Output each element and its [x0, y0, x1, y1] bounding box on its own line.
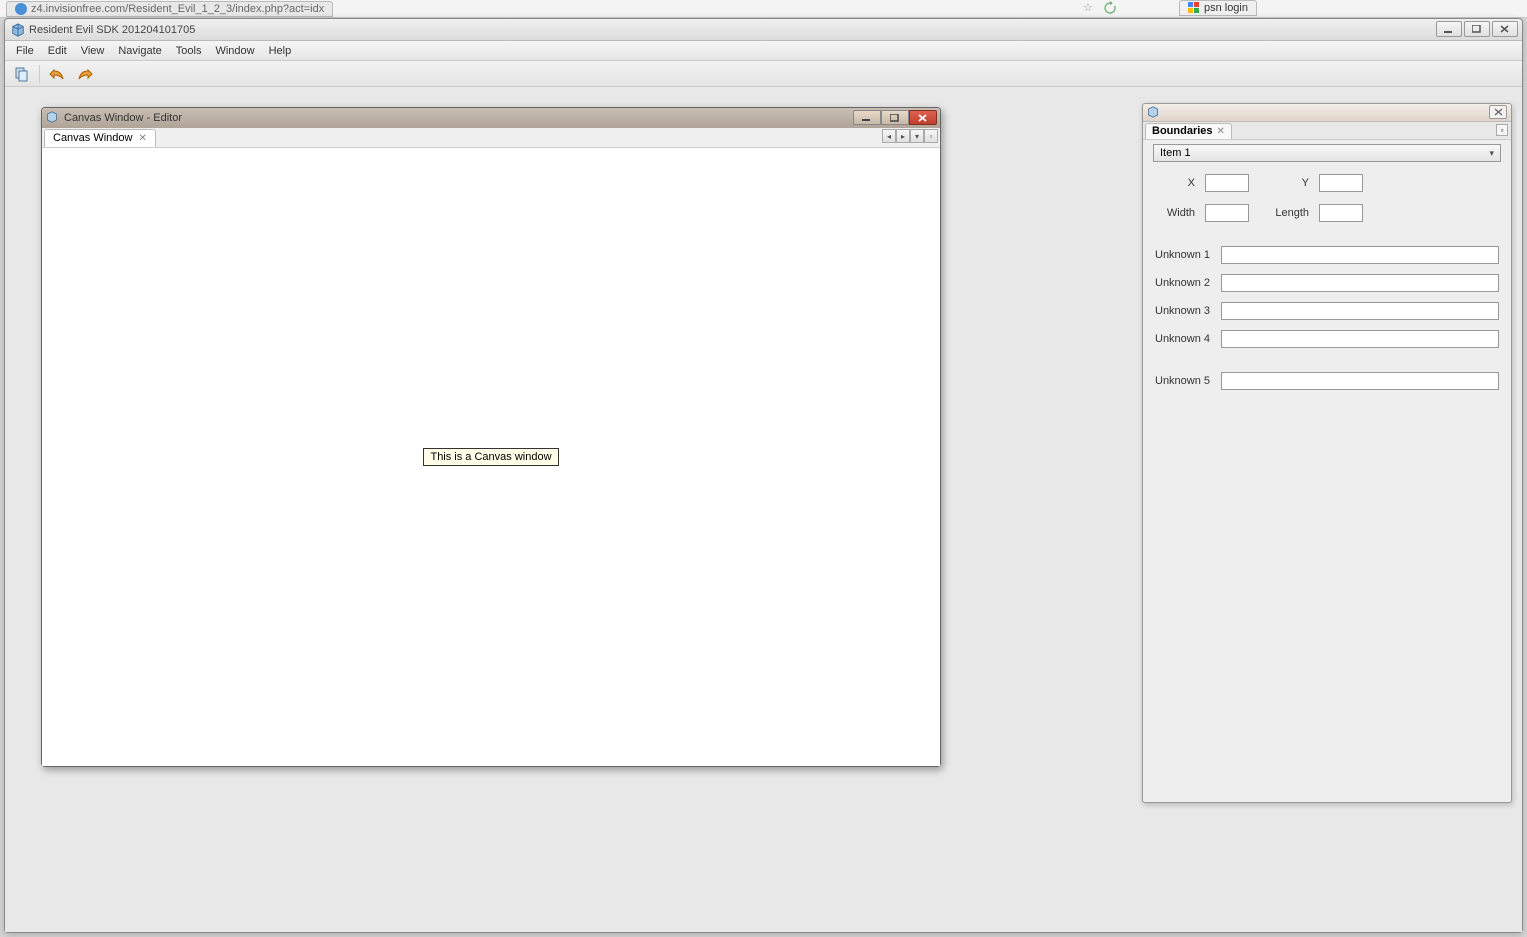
input-width[interactable] [1205, 204, 1249, 222]
tab-nav-dropdown-icon[interactable]: ▾ [910, 129, 924, 143]
item-dropdown[interactable]: Item 1 [1153, 144, 1501, 162]
browser-tab-right[interactable]: psn login [1179, 0, 1257, 16]
row-unknown-2: Unknown 2 [1153, 274, 1501, 292]
label-unknown-3: Unknown 3 [1155, 305, 1213, 317]
app-window: Resident Evil SDK 201204101705 File Edit… [4, 18, 1523, 933]
input-unknown-2[interactable] [1221, 274, 1499, 292]
label-unknown-4: Unknown 4 [1155, 333, 1213, 345]
menu-help[interactable]: Help [262, 43, 299, 59]
workspace: Canvas Window - Editor Canvas Window ✕ ◂… [5, 87, 1522, 932]
app-title-bar: Resident Evil SDK 201204101705 [5, 19, 1522, 41]
input-y[interactable] [1319, 174, 1363, 192]
tab-nav-next-icon[interactable]: ▸ [896, 129, 910, 143]
tab-nav-prev-icon[interactable]: ◂ [882, 129, 896, 143]
menu-bar: File Edit View Navigate Tools Window Hel… [5, 41, 1522, 61]
cube-icon [1147, 106, 1161, 120]
toolbar [5, 61, 1522, 87]
cube-icon [46, 111, 60, 125]
menu-edit[interactable]: Edit [41, 43, 74, 59]
label-y: Y [1259, 177, 1309, 189]
boundaries-tab-bar: Boundaries ✕ ▫ [1143, 122, 1511, 140]
boundaries-panel-titlebar[interactable] [1143, 104, 1511, 122]
tool-redo-icon[interactable] [74, 63, 96, 85]
row-unknown-5: Unknown 5 [1153, 372, 1501, 390]
close-button[interactable] [1492, 21, 1518, 37]
canvas-minimize-button[interactable] [853, 110, 881, 125]
tool-undo-icon[interactable] [46, 63, 68, 85]
boundaries-body: Item 1 X Y Width Length Unknown 1 [1143, 140, 1511, 802]
canvas-editor-window: Canvas Window - Editor Canvas Window ✕ ◂… [41, 107, 941, 767]
maximize-button[interactable] [1464, 21, 1490, 37]
browser-url-text: z4.invisionfree.com/Resident_Evil_1_2_3/… [31, 3, 324, 15]
menu-tools[interactable]: Tools [169, 43, 209, 59]
boundaries-panel-close-button[interactable] [1489, 105, 1507, 119]
row-unknown-1: Unknown 1 [1153, 246, 1501, 264]
menu-navigate[interactable]: Navigate [111, 43, 168, 59]
item-dropdown-selected: Item 1 [1160, 147, 1191, 159]
boundaries-tab-expand-icon[interactable]: ▫ [1496, 124, 1508, 136]
label-unknown-1: Unknown 1 [1155, 249, 1213, 261]
app-icon [11, 23, 25, 37]
canvas-window-title: Canvas Window - Editor [64, 112, 182, 124]
canvas-body[interactable]: This is a Canvas window [42, 148, 940, 766]
row-unknown-3: Unknown 3 [1153, 302, 1501, 320]
label-x: X [1159, 177, 1195, 189]
label-unknown-5: Unknown 5 [1155, 375, 1213, 387]
input-unknown-5[interactable] [1221, 372, 1499, 390]
label-width: Width [1159, 207, 1195, 219]
input-unknown-3[interactable] [1221, 302, 1499, 320]
input-unknown-4[interactable] [1221, 330, 1499, 348]
boundaries-tab-label: Boundaries [1152, 125, 1213, 137]
input-length[interactable] [1319, 204, 1363, 222]
tool-copy-icon[interactable] [11, 63, 33, 85]
refresh-icon[interactable] [1103, 1, 1117, 15]
canvas-tab-close-icon[interactable]: ✕ [138, 133, 146, 144]
label-unknown-2: Unknown 2 [1155, 277, 1213, 289]
canvas-maximize-button[interactable] [881, 110, 909, 125]
google-icon [1188, 2, 1200, 14]
canvas-tab-bar: Canvas Window ✕ ◂ ▸ ▾ ▫ [42, 128, 940, 148]
boundaries-tab-close-icon[interactable]: ✕ [1217, 126, 1225, 137]
browser-chrome-strip: z4.invisionfree.com/Resident_Evil_1_2_3/… [0, 0, 1527, 18]
row-xy: X Y [1153, 174, 1501, 192]
browser-tab-right-text: psn login [1204, 2, 1248, 14]
tab-nav-maximize-icon[interactable]: ▫ [924, 129, 938, 143]
canvas-center-label: This is a Canvas window [423, 448, 558, 466]
globe-icon [15, 3, 27, 15]
row-wl: Width Length [1153, 204, 1501, 222]
input-x[interactable] [1205, 174, 1249, 192]
toolbar-separator [39, 65, 40, 83]
app-title: Resident Evil SDK 201204101705 [29, 24, 195, 36]
canvas-window-titlebar[interactable]: Canvas Window - Editor [42, 108, 940, 128]
row-unknown-4: Unknown 4 [1153, 330, 1501, 348]
minimize-button[interactable] [1436, 21, 1462, 37]
canvas-close-button[interactable] [909, 110, 937, 125]
canvas-tab[interactable]: Canvas Window ✕ [44, 129, 156, 147]
input-unknown-1[interactable] [1221, 246, 1499, 264]
menu-window[interactable]: Window [208, 43, 261, 59]
canvas-tab-label: Canvas Window [53, 132, 132, 144]
label-length: Length [1259, 207, 1309, 219]
menu-file[interactable]: File [9, 43, 41, 59]
favorite-star-icon[interactable]: ☆ [1083, 1, 1097, 15]
boundaries-tab[interactable]: Boundaries ✕ [1145, 123, 1232, 139]
browser-tab-left[interactable]: z4.invisionfree.com/Resident_Evil_1_2_3/… [6, 1, 333, 17]
menu-view[interactable]: View [74, 43, 112, 59]
boundaries-panel: Boundaries ✕ ▫ Item 1 X Y Width [1142, 103, 1512, 803]
